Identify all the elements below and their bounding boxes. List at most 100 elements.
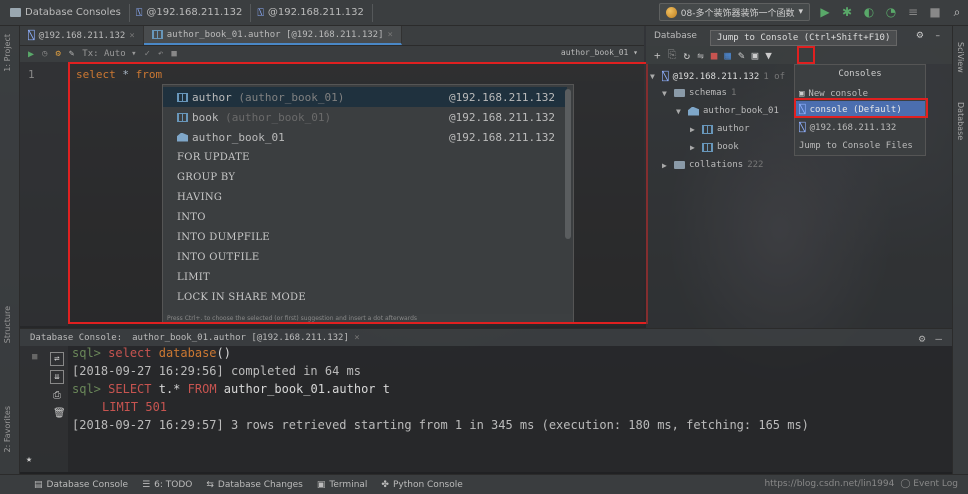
completion-keyword[interactable]: GROUP BY [163, 167, 567, 187]
tool-button-label: Database Console [46, 479, 129, 490]
completion-source: @192.168.211.132 [449, 110, 555, 124]
event-log-button[interactable]: ◯ Event Log [900, 479, 958, 489]
commit-icon[interactable]: ✓ [145, 49, 150, 59]
completion-detail: (author_book_01) [238, 90, 345, 104]
completion-name: author_book_01 [192, 130, 285, 144]
terminal-tool-button[interactable]: ▣ Terminal [317, 480, 368, 490]
folder-icon [10, 8, 21, 17]
execute-icon[interactable]: ▶ [28, 49, 34, 60]
settings-icon[interactable]: ⚙ [55, 49, 60, 59]
default-console-item[interactable]: ⍂ console (Default) [795, 101, 925, 118]
console-line: sql> select database() [72, 346, 231, 360]
database-console-tool-button[interactable]: ▤ Database Console [34, 480, 128, 490]
project-tool-window-button[interactable]: 1: Project [3, 34, 12, 72]
favorites-tool-window-button[interactable]: 2: Favorites [3, 406, 12, 452]
console-output[interactable]: sql> select database() [2018-09-27 16:29… [68, 346, 952, 472]
edit-icon[interactable]: ✎ [738, 49, 745, 62]
completion-name: book [192, 110, 219, 124]
breadcrumb-host-1[interactable]: ⍂ @192.168.211.132 [130, 3, 252, 22]
breadcrumb-database-consoles[interactable]: Database Consoles [4, 3, 130, 22]
right-tool-strip: SciView Database [952, 26, 968, 474]
console-panel-title: Database Console: [30, 332, 123, 343]
clear-all-icon[interactable]: 🗑 [53, 408, 66, 419]
tab-host-console[interactable]: ⍂ @192.168.211.132 × [20, 26, 144, 45]
stop-icon[interactable]: ■ [32, 352, 37, 362]
rollback-icon[interactable]: ↶ [158, 49, 163, 59]
transaction-mode-dropdown[interactable]: Tx: Auto ▾ [82, 49, 136, 59]
completion-scrollbar[interactable] [565, 89, 571, 239]
tree-node-count: 1 of [763, 71, 786, 82]
completion-keyword[interactable]: HAVING [163, 187, 567, 207]
history-icon[interactable]: ◷ [42, 49, 47, 59]
database-tool-window-button[interactable]: Database [956, 102, 965, 140]
console-tab[interactable]: author_book_01.author [@192.168.211.132]… [132, 333, 360, 343]
bottombar-right: https://blog.csdn.net/lin1994 ◯ Event Lo… [764, 479, 958, 489]
jump-to-console-icon[interactable]: ▣ [752, 49, 759, 62]
wrench-icon[interactable]: ✎ [69, 49, 74, 59]
completion-keyword[interactable]: INTO [163, 207, 567, 227]
profile-icon[interactable]: ◔ [884, 5, 898, 19]
completion-item-book[interactable]: book (author_book_01) @192.168.211.132 [163, 107, 567, 127]
completion-keyword[interactable]: LIMIT [163, 267, 567, 287]
completion-keyword[interactable]: FOR UPDATE [163, 147, 567, 167]
tab-author-table[interactable]: author_book_01.author [@192.168.211.132]… [143, 26, 402, 45]
folder-icon [674, 161, 685, 169]
tree-node-host[interactable]: ▼ ⍂ @192.168.211.132 1 of [650, 70, 785, 83]
breadcrumb-host-2[interactable]: ⍂ @192.168.211.132 [251, 3, 373, 22]
soft-wrap-icon[interactable]: ⇌ [50, 352, 64, 366]
settings-icon[interactable]: ⚙ [919, 332, 926, 345]
completion-keyword[interactable]: INTO DUMPFILE [163, 227, 567, 247]
minimize-icon[interactable]: – [936, 31, 941, 41]
console-function: database [158, 346, 217, 360]
console-tab-label: author_book_01.author [@192.168.211.132] [132, 332, 349, 343]
run-configuration-dropdown[interactable]: 08-多个装饰器装饰一个函数 ▾ [658, 3, 810, 21]
new-console-label: New console [808, 88, 869, 99]
concurrency-icon[interactable]: ≡ [906, 5, 920, 19]
host-console-item[interactable]: ⍂ @192.168.211.132 [795, 119, 925, 136]
synchronize-icon[interactable]: ⇋ [697, 49, 704, 62]
close-icon[interactable]: × [388, 30, 393, 40]
database-changes-tool-button[interactable]: ⇆ Database Changes [206, 480, 303, 490]
table-view-icon[interactable]: ▦ [724, 49, 731, 62]
search-everywhere-icon[interactable]: ⌕ [950, 5, 964, 20]
close-icon[interactable]: × [354, 333, 359, 343]
favorites-star-icon[interactable]: ★ [26, 454, 32, 465]
python-console-tool-button[interactable]: ✤ Python Console [381, 480, 462, 490]
coverage-icon[interactable]: ◐ [862, 5, 876, 19]
stop-icon[interactable]: ■ [711, 49, 718, 62]
completion-item-schema[interactable]: author_book_01 @192.168.211.132 [163, 127, 567, 147]
tree-node-schemas[interactable]: ▼ schemas 1 [662, 88, 736, 98]
tree-node-table-book[interactable]: ▶ book [690, 142, 739, 152]
datasource-icon: ⍂ [28, 29, 35, 42]
filter-icon[interactable]: ▼ [765, 49, 772, 62]
tree-node-table-author[interactable]: ▶ author [690, 124, 750, 134]
terminal-icon: ▣ [316, 479, 326, 490]
tooltip: Jump to Console (Ctrl+Shift+F10) [710, 30, 898, 46]
copy-icon[interactable]: ⎘ [668, 48, 677, 62]
tree-node-schema[interactable]: ▼ author_book_01 [676, 106, 779, 116]
stop-icon[interactable]: ■ [928, 5, 942, 19]
settings-icon[interactable]: ⚙ [916, 31, 924, 41]
completion-keyword[interactable]: INTO OUTFILE [163, 247, 567, 267]
debug-icon[interactable]: ✱ [840, 5, 854, 19]
completion-keyword[interactable]: LOCK IN SHARE MODE [163, 287, 567, 307]
structure-tool-window-button[interactable]: Structure [3, 306, 12, 343]
run-icon[interactable]: ▶ [818, 5, 832, 19]
completion-item-author[interactable]: author (author_book_01) @192.168.211.132 [163, 87, 567, 107]
new-console-item[interactable]: ▣ New console [795, 85, 925, 102]
tree-node-label: @192.168.211.132 [672, 71, 760, 82]
tool-button-label: Terminal [329, 479, 368, 490]
add-icon[interactable]: + [654, 49, 661, 62]
schema-selector[interactable]: author_book_01 ▾ [561, 48, 638, 57]
refresh-icon[interactable]: ↻ [683, 49, 690, 62]
minimize-icon[interactable]: – [935, 332, 942, 345]
stop-icon[interactable]: ■ [171, 49, 176, 59]
todo-tool-button[interactable]: ☰ 6: TODO [142, 480, 192, 490]
scroll-to-end-icon[interactable]: ⇊ [50, 370, 64, 384]
sciview-tool-window-button[interactable]: SciView [956, 42, 965, 73]
jump-to-console-files-item[interactable]: Jump to Console Files [795, 137, 925, 154]
close-icon[interactable]: × [129, 31, 134, 41]
print-icon[interactable]: ⎙ [53, 390, 61, 401]
changes-icon: ⇆ [206, 479, 214, 490]
tree-node-collations[interactable]: ▶ collations 222 [662, 160, 763, 170]
